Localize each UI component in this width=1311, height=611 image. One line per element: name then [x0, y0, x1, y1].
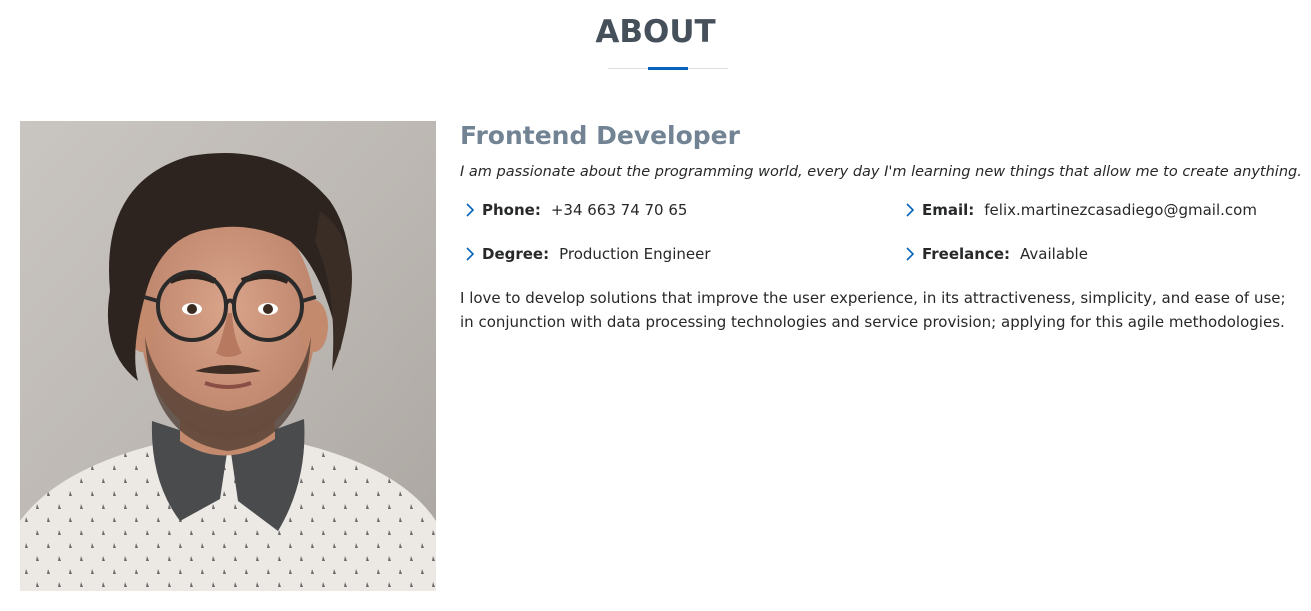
info-degree: Degree: Production Engineer [460, 232, 711, 276]
title-accent-bar [648, 67, 688, 70]
info-freelance: Freelance: Available [900, 232, 1088, 276]
about-content: Frontend Developer I am passionate about… [460, 118, 1302, 334]
info-phone: Phone: +34 663 74 70 65 [460, 188, 687, 232]
section-title: ABOUT [595, 14, 716, 50]
chevron-right-icon [466, 247, 475, 261]
info-grid: Phone: +34 663 74 70 65 Email: felix.mar… [460, 188, 1290, 276]
role-title: Frontend Developer [460, 121, 740, 150]
chevron-right-icon [906, 247, 915, 261]
info-email: Email: felix.martinezcasadiego@gmail.com [900, 188, 1257, 232]
email-value[interactable]: felix.martinezcasadiego@gmail.com [984, 201, 1257, 219]
phone-label: Phone: [482, 201, 541, 219]
section-header: ABOUT [0, 0, 1311, 52]
chevron-right-icon [906, 203, 915, 217]
phone-value[interactable]: +34 663 74 70 65 [551, 201, 688, 219]
profile-photo [20, 121, 436, 591]
freelance-label: Freelance: [922, 245, 1011, 263]
degree-value: Production Engineer [559, 245, 711, 263]
chevron-right-icon [466, 203, 475, 217]
bio-paragraph: I love to develop solutions that improve… [460, 289, 1286, 331]
tagline: I am passionate about the programming wo… [460, 164, 1302, 180]
freelance-value: Available [1020, 245, 1088, 263]
email-label: Email: [922, 201, 975, 219]
degree-label: Degree: [482, 245, 550, 263]
